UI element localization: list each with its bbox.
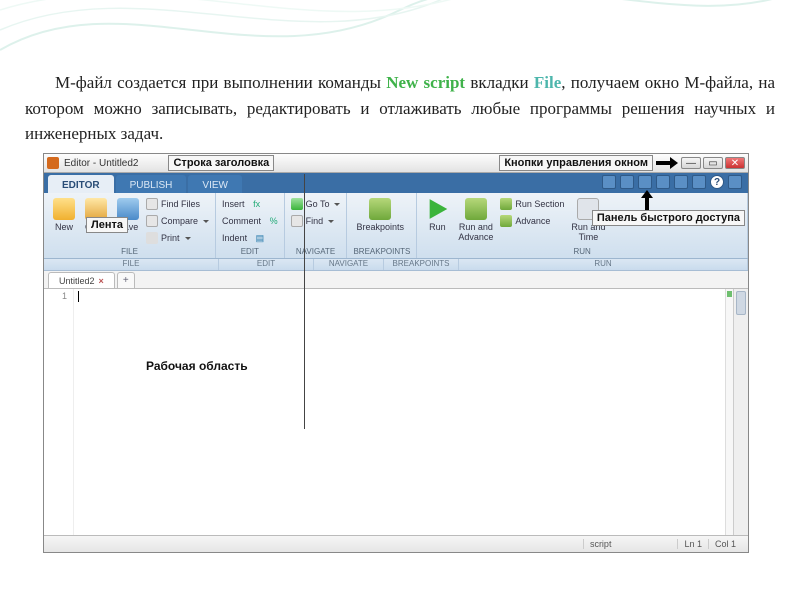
callout-ribbon: Лента bbox=[86, 217, 128, 233]
ribbon-footer-strip: FILE EDIT NAVIGATE BREAKPOINTS RUN bbox=[44, 259, 748, 271]
goto-button[interactable]: Go To bbox=[291, 196, 341, 212]
qat-undo-icon[interactable] bbox=[674, 175, 688, 189]
group-label-edit: EDIT bbox=[222, 247, 278, 257]
quick-access-toolbar: ? bbox=[602, 175, 742, 189]
comment-button[interactable]: Comment % bbox=[222, 213, 278, 229]
tab-editor[interactable]: EDITOR bbox=[48, 175, 114, 193]
editor-area[interactable]: 1 Рабочая область bbox=[44, 289, 748, 536]
callout-qat: Панель быстрого доступа bbox=[592, 210, 745, 226]
highlight-new-script: New script bbox=[386, 73, 465, 92]
arrow-right-icon bbox=[656, 157, 678, 169]
tab-publish[interactable]: PUBLISH bbox=[116, 175, 187, 193]
status-col: Col 1 bbox=[708, 539, 742, 549]
qat-save-icon[interactable] bbox=[602, 175, 616, 189]
window-title: Editor - Untitled2 bbox=[64, 158, 138, 169]
callout-titlebar: Строка заголовка bbox=[168, 155, 274, 171]
app-icon bbox=[47, 157, 59, 169]
insert-button[interactable]: Insert fx bbox=[222, 196, 278, 212]
goto-icon bbox=[291, 198, 303, 210]
help-button[interactable]: ? bbox=[710, 175, 724, 189]
group-label-navigate: NAVIGATE bbox=[291, 247, 341, 257]
vertical-divider bbox=[304, 174, 305, 429]
document-tab-bar: Untitled2 × + bbox=[44, 271, 748, 289]
compare-button[interactable]: Compare bbox=[146, 213, 209, 229]
group-label-file: FILE bbox=[50, 247, 209, 257]
title-bar: Editor - Untitled2 Строка заголовка Кноп… bbox=[44, 154, 748, 173]
group-label-run: RUN bbox=[423, 247, 741, 257]
print-icon bbox=[146, 232, 158, 244]
message-strip bbox=[725, 289, 733, 535]
ribbon-group-edit: Insert fx Comment % Indent ▤ EDIT bbox=[216, 193, 285, 258]
highlight-file: File bbox=[534, 73, 561, 92]
find-button[interactable]: Find bbox=[291, 213, 341, 229]
editor-screenshot: Editor - Untitled2 Строка заголовка Кноп… bbox=[43, 153, 749, 553]
compare-icon bbox=[146, 215, 158, 227]
tab-view[interactable]: VIEW bbox=[188, 175, 242, 193]
play-icon bbox=[426, 198, 448, 220]
qat-paste-icon[interactable] bbox=[656, 175, 670, 189]
text-part2: вкладки bbox=[465, 73, 534, 92]
status-bar: script Ln 1 Col 1 bbox=[44, 536, 748, 552]
text-part1: М-файл создается при выполнении команды bbox=[55, 73, 386, 92]
ribbon-group-navigate: Go To Find NAVIGATE bbox=[285, 193, 348, 258]
status-line: Ln 1 bbox=[677, 539, 708, 549]
text-cursor bbox=[78, 291, 79, 302]
new-file-icon bbox=[53, 198, 75, 220]
slide-body-text: М-файл создается при выполнении команды … bbox=[25, 70, 775, 147]
line-gutter: 1 bbox=[44, 289, 74, 535]
ribbon: New Open Save Find Files Compare Print F… bbox=[44, 193, 748, 259]
find-files-button[interactable]: Find Files bbox=[146, 196, 209, 212]
find-icon bbox=[146, 198, 158, 210]
ribbon-group-file: New Open Save Find Files Compare Print F… bbox=[44, 193, 216, 258]
callout-workspace: Рабочая область bbox=[146, 359, 248, 373]
group-label-breakpoints: BREAKPOINTS bbox=[353, 247, 410, 257]
close-button[interactable]: ✕ bbox=[725, 157, 745, 169]
add-tab-button[interactable]: + bbox=[117, 272, 135, 288]
decorative-swirl bbox=[0, 0, 800, 80]
run-advance-button[interactable]: Run and Advance bbox=[455, 196, 496, 244]
qat-dropdown-icon[interactable] bbox=[728, 175, 742, 189]
document-tab-label: Untitled2 bbox=[59, 276, 95, 286]
indent-button[interactable]: Indent ▤ bbox=[222, 230, 278, 246]
run-section-icon bbox=[500, 198, 512, 210]
qat-redo-icon[interactable] bbox=[692, 175, 706, 189]
advance-icon bbox=[500, 215, 512, 227]
run-section-button[interactable]: Run Section bbox=[500, 196, 564, 212]
new-button[interactable]: New bbox=[50, 196, 78, 234]
status-filetype: script bbox=[583, 539, 618, 549]
callout-window-buttons: Кнопки управления окном bbox=[499, 155, 653, 171]
maximize-button[interactable]: ▭ bbox=[703, 157, 723, 169]
vertical-scrollbar[interactable] bbox=[733, 289, 748, 535]
code-area[interactable]: Рабочая область bbox=[74, 289, 748, 535]
ribbon-group-breakpoints: Breakpoints BREAKPOINTS bbox=[347, 193, 417, 258]
scrollbar-thumb[interactable] bbox=[736, 291, 746, 315]
print-button[interactable]: Print bbox=[146, 230, 209, 246]
advance-button[interactable]: Advance bbox=[500, 213, 564, 229]
qat-copy-icon[interactable] bbox=[638, 175, 652, 189]
qat-cut-icon[interactable] bbox=[620, 175, 634, 189]
close-tab-icon[interactable]: × bbox=[99, 276, 104, 286]
minimize-button[interactable]: — bbox=[681, 157, 701, 169]
ok-indicator-icon bbox=[727, 291, 732, 297]
search-icon bbox=[291, 215, 303, 227]
run-advance-icon bbox=[465, 198, 487, 220]
breakpoint-icon bbox=[369, 198, 391, 220]
run-button[interactable]: Run bbox=[423, 196, 451, 234]
arrow-up-icon bbox=[641, 190, 653, 210]
document-tab[interactable]: Untitled2 × bbox=[48, 272, 115, 288]
breakpoints-button[interactable]: Breakpoints bbox=[353, 196, 407, 234]
